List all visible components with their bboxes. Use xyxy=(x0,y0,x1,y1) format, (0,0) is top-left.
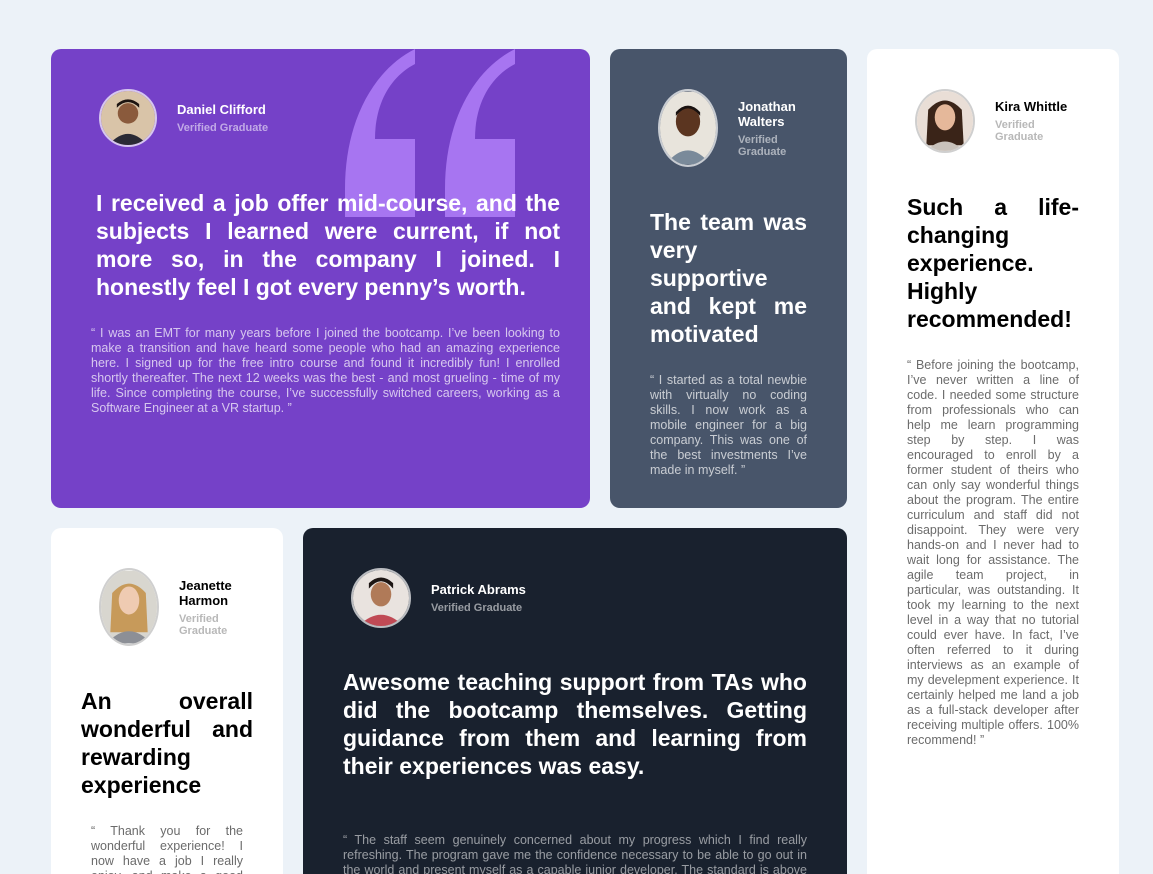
avatar-kira xyxy=(915,89,975,153)
testimonial-card-jonathan: Jonathan Walters Verified Graduate The t… xyxy=(610,49,847,508)
testimonial-headline: Such a life-changing experience. Highly … xyxy=(907,194,1079,332)
testimonial-headline: Awesome teaching support from TAs who di… xyxy=(343,669,807,779)
author-name: Jonathan Walters xyxy=(738,98,796,129)
author-name: Patrick Abrams xyxy=(431,582,526,597)
testimonial-card-patrick: Patrick Abrams Verified Graduate Awesome… xyxy=(303,528,847,874)
author-jeanette: Jeanette Harmon Verified Graduate xyxy=(99,568,249,646)
avatar-daniel xyxy=(99,89,157,147)
testimonial-quote: “ The staff seem genuinely concerned abo… xyxy=(343,833,807,874)
testimonial-headline: The team was very supportive and kept me… xyxy=(650,209,807,347)
testimonial-quote: “ I started as a total newbie with virtu… xyxy=(650,373,807,477)
testimonial-card-daniel: Daniel Clifford Verified Graduate I rece… xyxy=(51,49,590,508)
author-status: Verified Graduate xyxy=(738,133,787,158)
author-name: Kira Whittle xyxy=(995,99,1068,114)
avatar-patrick xyxy=(351,568,411,628)
avatar-jeanette xyxy=(99,568,159,646)
author-name: Daniel Clifford xyxy=(177,102,266,117)
author-patrick: Patrick Abrams Verified Graduate xyxy=(351,568,526,628)
testimonial-card-kira: Kira Whittle Verified Graduate Such a li… xyxy=(867,49,1119,874)
author-kira: Kira Whittle Verified Graduate xyxy=(915,89,1067,153)
testimonial-quote: “ Before joining the bootcamp, I’ve neve… xyxy=(907,358,1079,747)
author-name: Jeanette Harmon xyxy=(179,577,232,608)
testimonial-quote: “ Thank you for the wonderful experience… xyxy=(91,824,243,874)
testimonial-card-jeanette: Jeanette Harmon Verified Graduate An ove… xyxy=(51,528,283,874)
testimonial-headline: I received a job offer mid-course, and t… xyxy=(96,190,560,300)
author-status: Verified Graduate xyxy=(179,612,228,637)
author-status: Verified Graduate xyxy=(431,602,523,614)
author-status: Verified Graduate xyxy=(995,119,1044,143)
testimonial-headline: An overall wonderful and rewarding exper… xyxy=(81,688,253,798)
author-jonathan: Jonathan Walters Verified Graduate xyxy=(658,89,808,167)
author-status: Verified Graduate xyxy=(177,122,269,134)
avatar-jonathan xyxy=(658,89,718,167)
testimonial-quote: “ I was an EMT for many years before I j… xyxy=(91,326,560,415)
author-daniel: Daniel Clifford Verified Graduate xyxy=(99,89,268,147)
testimonials-grid: Daniel Clifford Verified Graduate I rece… xyxy=(0,0,1153,874)
